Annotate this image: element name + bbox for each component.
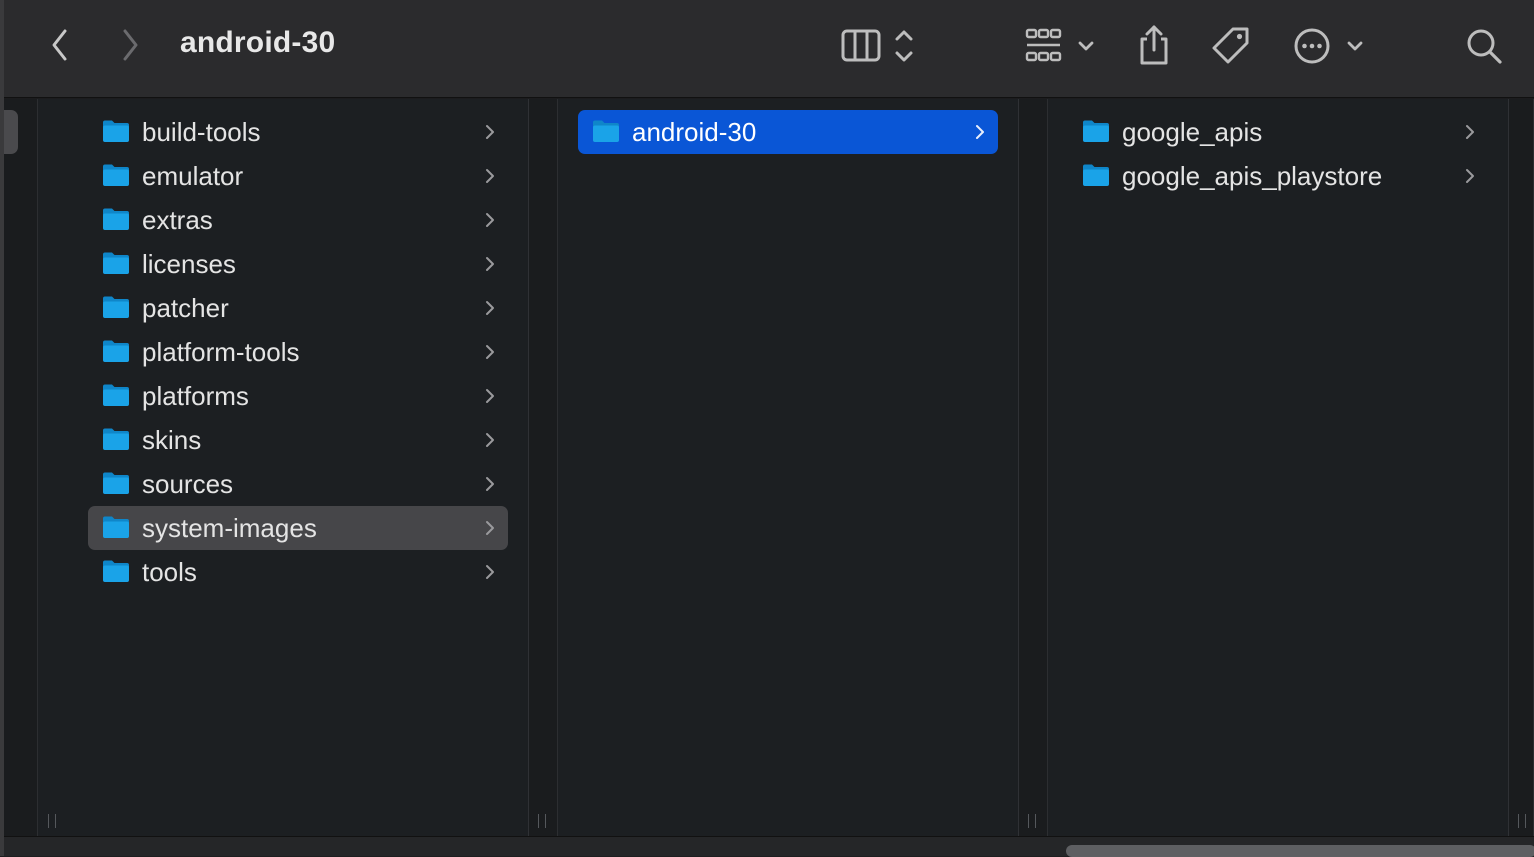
chevron-right-icon <box>976 125 984 139</box>
folder-icon <box>103 428 129 450</box>
folder-name: licenses <box>142 249 236 279</box>
folder-row[interactable]: platform-tools <box>88 330 508 374</box>
folder-row[interactable]: tools <box>88 550 508 594</box>
chevron-right-icon <box>486 345 494 359</box>
chevron-right-icon <box>486 389 494 403</box>
column-gutter <box>529 99 558 836</box>
folder-icon <box>103 164 129 186</box>
folder-icon <box>103 120 129 142</box>
folder-icon <box>593 120 619 142</box>
chevron-left-icon <box>52 29 67 61</box>
chevron-right-icon <box>1466 125 1474 139</box>
folder-row[interactable]: skins <box>88 418 508 462</box>
chevron-right-icon <box>1466 169 1474 183</box>
folder-row[interactable]: sources <box>88 462 508 506</box>
window-title: android-30 <box>180 26 336 59</box>
column-browser: build-tools emulator extras licenses patcher… <box>4 99 1534 836</box>
column-resize-handle-0[interactable] <box>48 814 56 828</box>
folder-name: platforms <box>142 381 249 411</box>
folder-name: system-images <box>142 513 317 543</box>
share-button[interactable] <box>1134 22 1174 68</box>
column-2: android-30 <box>558 99 1018 836</box>
chevron-right-icon <box>486 521 494 535</box>
search-icon <box>1467 29 1502 64</box>
tag-icon <box>1212 27 1249 64</box>
folder-name: extras <box>142 205 213 235</box>
folder-icon <box>103 560 129 582</box>
search-button[interactable] <box>1462 24 1506 68</box>
column-1: build-tools emulator extras licenses patcher… <box>68 99 528 836</box>
folder-icon <box>103 296 129 318</box>
folder-name: skins <box>142 425 202 455</box>
horizontal-scrollbar[interactable] <box>4 836 1534 857</box>
finder-window: android-30 build-tools emulator extras l… <box>0 0 1534 857</box>
more-actions-button[interactable] <box>1292 24 1368 68</box>
chevron-right-icon <box>486 477 494 491</box>
folder-row[interactable]: licenses <box>88 242 508 286</box>
folder-name: sources <box>142 469 234 499</box>
group-button[interactable] <box>1024 24 1100 68</box>
view-mode-button[interactable] <box>840 24 924 68</box>
ellipsis-circle-icon <box>1294 28 1363 64</box>
columns-view-icon <box>841 29 913 62</box>
folder-row[interactable]: build-tools <box>88 110 508 154</box>
chevron-right-icon <box>486 169 494 183</box>
chevron-right-icon <box>486 125 494 139</box>
folder-icon <box>103 252 129 274</box>
folder-name: android-30 <box>632 117 757 147</box>
chevron-right-icon <box>486 433 494 447</box>
folder-icon <box>103 340 129 362</box>
folder-icon <box>103 472 129 494</box>
folder-icon <box>1083 120 1109 142</box>
folder-row[interactable]: extras <box>88 198 508 242</box>
folder-row[interactable]: emulator <box>88 154 508 198</box>
back-button[interactable] <box>44 26 76 64</box>
folder-name: google_apis_playstore <box>1122 161 1383 191</box>
chevron-right-icon <box>486 213 494 227</box>
folder-row[interactable]: system-images <box>88 506 508 550</box>
folder-row[interactable]: google_apis <box>1068 110 1488 154</box>
column-resize-handle-2[interactable] <box>1028 814 1036 828</box>
folder-icon <box>103 516 129 538</box>
column-gutter <box>1509 99 1534 836</box>
folder-name: emulator <box>142 161 244 191</box>
share-icon <box>1140 25 1168 65</box>
sidebar-scroll-indicator[interactable] <box>4 110 18 154</box>
folder-name: platform-tools <box>142 337 300 367</box>
folder-name: patcher <box>142 293 229 323</box>
toolbar: android-30 <box>4 0 1534 98</box>
folder-row[interactable]: patcher <box>88 286 508 330</box>
horizontal-scroll-thumb[interactable] <box>1066 845 1534 857</box>
folder-icon <box>103 208 129 230</box>
tag-button[interactable] <box>1208 24 1254 68</box>
forward-button[interactable] <box>114 26 146 64</box>
column-gutter <box>1019 99 1048 836</box>
chevron-right-icon <box>486 565 494 579</box>
folder-row[interactable]: google_apis_playstore <box>1068 154 1488 198</box>
column-resize-handle-1[interactable] <box>538 814 546 828</box>
folder-row[interactable]: platforms <box>88 374 508 418</box>
folder-icon <box>103 384 129 406</box>
folder-name: build-tools <box>142 117 261 147</box>
grid-group-icon <box>1025 28 1094 62</box>
folder-name: google_apis <box>1122 117 1263 147</box>
column-3: google_apis google_apis_playstore <box>1048 99 1508 836</box>
column-resize-handle-3[interactable] <box>1518 814 1526 828</box>
previous-column-stub <box>4 99 56 836</box>
folder-icon <box>1083 164 1109 186</box>
folder-row[interactable]: android-30 <box>578 110 998 154</box>
chevron-right-icon <box>486 257 494 271</box>
folder-name: tools <box>142 557 197 587</box>
chevron-right-icon <box>486 301 494 315</box>
chevron-right-icon <box>123 29 138 61</box>
